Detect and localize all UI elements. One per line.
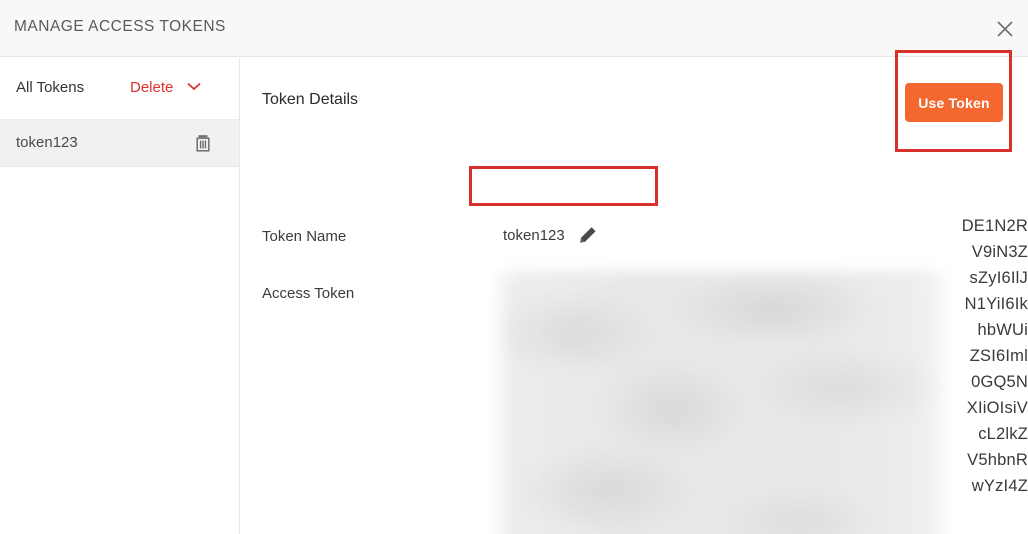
access-token-fragment: wYzI4Z xyxy=(971,477,1028,495)
chevron-down-icon xyxy=(187,78,201,96)
sidebar-header: All Tokens Delete xyxy=(0,58,239,120)
access-token-fragment: DE1N2R xyxy=(961,217,1028,235)
token-details-panel: Token Details Token Name Access Token to… xyxy=(241,58,1028,534)
access-token-fragment-lines: DE1N2R V9iN3Z sZyI6IlJ N1YiI6Ik hbWUi ZSI6Iml… xyxy=(241,213,1028,499)
access-token-fragment: ZSI6Iml xyxy=(969,347,1028,365)
tokens-sidebar: All Tokens Delete token123 xyxy=(0,58,240,534)
access-token-fragment: cL2lkZ xyxy=(978,425,1028,443)
close-icon[interactable] xyxy=(990,14,1020,44)
access-token-fragment: 0GQ5N xyxy=(971,373,1028,391)
access-token-fragment: V5hbnR xyxy=(967,451,1028,469)
all-tokens-label: All Tokens xyxy=(16,79,85,96)
access-token-fragment: sZyI6IlJ xyxy=(969,269,1028,287)
delete-label: Delete xyxy=(130,78,174,96)
section-title: Token Details xyxy=(262,91,359,108)
list-item[interactable]: token123 xyxy=(0,120,239,167)
use-token-button[interactable]: Use Token xyxy=(905,83,1003,122)
access-token-fragment: V9iN3Z xyxy=(971,243,1028,261)
trash-icon[interactable] xyxy=(192,132,214,154)
access-token-fragment: N1YiI6Ik xyxy=(964,295,1028,313)
modal-header: MANAGE ACCESS TOKENS xyxy=(0,0,1028,57)
delete-dropdown[interactable]: Delete xyxy=(130,78,201,96)
manage-access-tokens-modal: MANAGE ACCESS TOKENS All Tokens Delete t… xyxy=(0,0,1028,534)
token-list-item-label: token123 xyxy=(16,134,78,151)
access-token-value-block: DE1N2R V9iN3Z sZyI6IlJ N1YiI6Ik hbWUi ZSI6Iml… xyxy=(241,213,1028,534)
access-token-fragment: XIiOIsiV xyxy=(966,399,1028,417)
page-title: MANAGE ACCESS TOKENS xyxy=(14,18,226,35)
access-token-fragment: hbWUi xyxy=(977,321,1028,339)
